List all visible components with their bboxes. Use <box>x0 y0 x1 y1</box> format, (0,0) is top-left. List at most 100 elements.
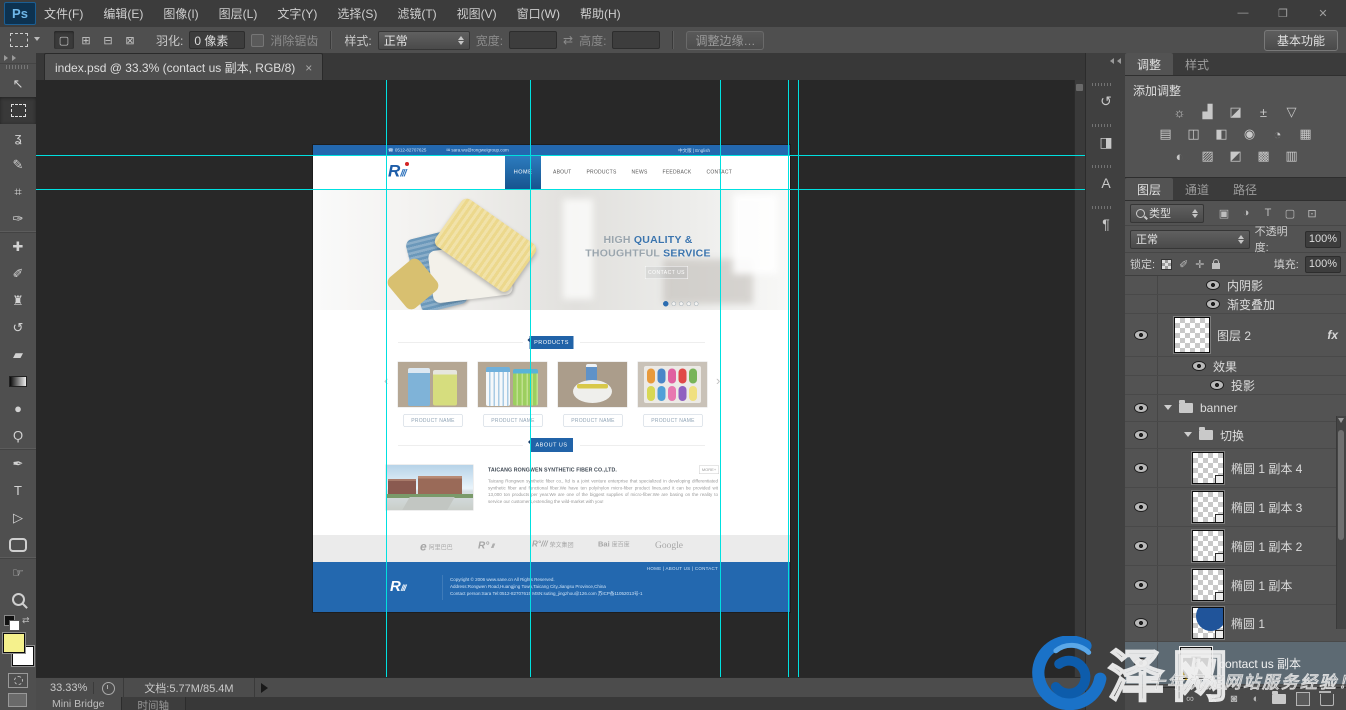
visibility-eye-icon[interactable] <box>1134 403 1148 413</box>
type-tool[interactable]: T <box>0 477 36 504</box>
layer-row[interactable]: 椭圆 1 副本 2 <box>1125 527 1346 566</box>
link-layers-icon[interactable]: ∞ <box>1184 693 1196 705</box>
clone-stamp-tool[interactable]: ♜ <box>0 287 36 314</box>
brightness-contrast-icon[interactable]: ☼ <box>1170 104 1190 120</box>
refine-edge-button[interactable]: 调整边缘… <box>686 31 764 50</box>
layer-effect-row[interactable]: 内阴影 <box>1125 276 1346 295</box>
guide-line[interactable] <box>36 155 1085 156</box>
visibility-eye-icon[interactable] <box>1134 430 1148 440</box>
color-lookup-icon[interactable]: ▦ <box>1296 126 1316 142</box>
text-layer-thumbnail[interactable]: T ⚠ <box>1180 647 1212 679</box>
layer-row[interactable]: 图层 2 fx <box>1125 314 1346 357</box>
document-tab[interactable]: index.psd @ 33.3% (contact us 副本, RGB/8)… <box>44 53 323 81</box>
selected-layer-row[interactable]: T ⚠ contact us 副本 <box>1125 642 1346 685</box>
filter-shape-layers-icon[interactable]: ▢ <box>1282 207 1298 220</box>
expand-triangle-icon[interactable] <box>1164 405 1172 414</box>
menu-layer[interactable]: 图层(L) <box>219 5 258 22</box>
visibility-eye-icon[interactable] <box>1134 618 1148 628</box>
visibility-eye-icon[interactable] <box>1206 299 1220 309</box>
status-options-icon[interactable] <box>261 683 273 693</box>
levels-icon[interactable]: ▟ <box>1198 104 1218 120</box>
style-select[interactable]: 正常 <box>378 31 470 50</box>
shape-tool[interactable] <box>0 531 36 558</box>
visibility-eye-icon[interactable] <box>1134 658 1148 668</box>
curves-icon[interactable]: ◪ <box>1226 104 1246 120</box>
new-layer-icon[interactable] <box>1296 692 1310 706</box>
posterize-icon[interactable]: ▨ <box>1198 148 1218 164</box>
layer-style-icon[interactable]: fx <box>1206 693 1218 705</box>
layer-effects-header[interactable]: 效果 <box>1125 357 1346 376</box>
eyedropper-tool[interactable]: ✑ <box>0 205 36 232</box>
guide-line[interactable] <box>798 80 799 677</box>
menu-window[interactable]: 窗口(W) <box>517 5 560 22</box>
layer-group-row[interactable]: 切换 <box>1125 422 1346 449</box>
layer-row[interactable]: 椭圆 1 <box>1125 605 1346 642</box>
menu-select[interactable]: 选择(S) <box>337 5 377 22</box>
expand-triangle-icon[interactable] <box>1184 432 1192 441</box>
hue-saturation-icon[interactable]: ▤ <box>1156 126 1176 142</box>
filter-adjustment-layers-icon[interactable]: ◑ <box>1238 207 1254 220</box>
menu-edit[interactable]: 编辑(E) <box>103 5 143 22</box>
layer-mask-icon[interactable]: ◙ <box>1228 693 1240 705</box>
lock-position-icon[interactable]: ✛ <box>1195 258 1204 271</box>
layer-effect-row[interactable]: 渐变叠加 <box>1125 295 1346 314</box>
menu-type[interactable]: 文字(Y) <box>277 5 317 22</box>
canvas-area[interactable]: ☎ 0512-82707625 ✉ sara.wu@rongweigroup.c… <box>36 80 1085 677</box>
layers-scrollbar[interactable] <box>1336 416 1346 629</box>
color-balance-icon[interactable]: ◫ <box>1184 126 1204 142</box>
rectangular-marquee-tool[interactable] <box>0 97 36 124</box>
chevron-down-icon[interactable] <box>34 37 40 44</box>
swap-colors-icon[interactable]: ⇄ <box>22 615 30 626</box>
exposure-icon[interactable]: ± <box>1254 104 1274 120</box>
threshold-icon[interactable]: ◩ <box>1226 148 1246 164</box>
lasso-tool[interactable]: ʓ <box>0 124 36 151</box>
layer-group-icon[interactable] <box>1272 694 1286 704</box>
foreground-color-swatch[interactable] <box>3 633 25 653</box>
layer-row[interactable]: 椭圆 1 副本 4 <box>1125 449 1346 488</box>
visibility-eye-icon[interactable] <box>1206 280 1220 290</box>
visibility-eye-icon[interactable] <box>1134 463 1148 473</box>
blend-mode-select[interactable]: 正常 <box>1130 230 1250 249</box>
zoom-level-field[interactable]: 33.33% <box>44 682 94 694</box>
fx-badge[interactable]: fx <box>1327 328 1338 342</box>
gradient-tool[interactable] <box>0 368 36 395</box>
tab-layers[interactable]: 图层 <box>1125 178 1173 200</box>
layer-row[interactable]: 椭圆 1 副本 <box>1125 566 1346 605</box>
visibility-eye-icon[interactable] <box>1134 541 1148 551</box>
photo-filter-icon[interactable]: ◉ <box>1240 126 1260 142</box>
shape-layer-thumbnail[interactable] <box>1192 491 1224 523</box>
shape-layer-thumbnail[interactable] <box>1192 607 1224 639</box>
lock-transparency-icon[interactable] <box>1161 259 1172 270</box>
menu-file[interactable]: 文件(F) <box>44 5 83 22</box>
filter-type-layers-icon[interactable]: T <box>1260 207 1276 220</box>
visibility-eye-icon[interactable] <box>1134 502 1148 512</box>
tab-adjustments[interactable]: 调整 <box>1125 53 1173 75</box>
layer-group-row[interactable]: banner <box>1125 395 1346 422</box>
hand-tool[interactable]: ☞ <box>0 558 36 586</box>
new-selection-icon[interactable]: ▢ <box>54 31 74 49</box>
lock-pixels-icon[interactable]: ✐ <box>1179 258 1188 271</box>
tools-drag-handle[interactable] <box>6 65 30 69</box>
tab-paths[interactable]: 路径 <box>1221 178 1269 200</box>
visibility-eye-icon[interactable] <box>1134 330 1148 340</box>
menu-filter[interactable]: 滤镜(T) <box>397 5 436 22</box>
visibility-eye-icon[interactable] <box>1192 361 1206 371</box>
history-panel-icon[interactable]: ↺ <box>1092 75 1120 116</box>
swap-dimensions-icon[interactable]: ⇄ <box>563 33 573 47</box>
vibrance-icon[interactable]: ▽ <box>1282 104 1302 120</box>
minimize-button[interactable]: — <box>1230 7 1256 20</box>
move-tool[interactable]: ↖ <box>0 70 36 97</box>
lock-all-icon[interactable] <box>1212 263 1220 269</box>
height-input[interactable] <box>612 31 660 49</box>
tab-timeline[interactable]: 时间轴 <box>122 697 187 710</box>
filter-pixel-layers-icon[interactable]: ▣ <box>1216 207 1232 220</box>
blur-tool[interactable]: ● <box>0 395 36 422</box>
pen-tool[interactable]: ✒ <box>0 449 36 477</box>
properties-panel-icon[interactable]: ◨ <box>1092 116 1120 157</box>
invert-icon[interactable]: ◐ <box>1170 148 1190 164</box>
screen-mode-button[interactable] <box>8 693 27 707</box>
dodge-tool[interactable]: Ϙ <box>0 422 36 449</box>
add-selection-icon[interactable]: ⊞ <box>76 31 96 49</box>
selective-color-icon[interactable]: ▥ <box>1282 148 1302 164</box>
adjustment-layer-icon[interactable]: ◐ <box>1250 693 1262 705</box>
